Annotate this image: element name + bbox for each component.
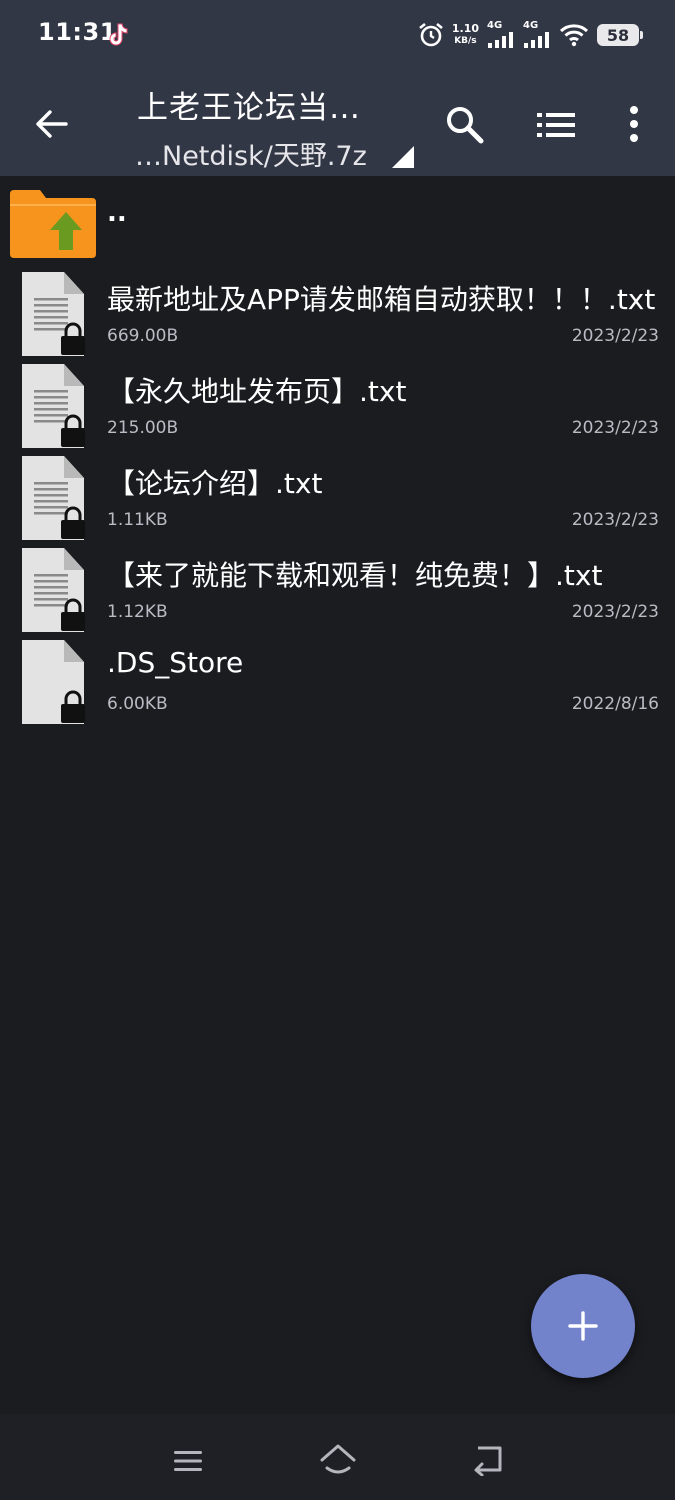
file-name: 【论坛介绍】.txt bbox=[107, 467, 323, 500]
network-speed: 1.10 KB/s bbox=[452, 23, 479, 47]
locked-file-icon bbox=[22, 640, 85, 724]
parent-directory-row[interactable]: .. bbox=[0, 176, 675, 262]
file-row[interactable]: 【来了就能下载和观看！纯免费！】.txt 1.12KB 2023/2/23 bbox=[0, 544, 675, 636]
file-name: .DS_Store bbox=[107, 646, 244, 679]
file-row[interactable]: 【永久地址发布页】.txt 215.00B 2023/2/23 bbox=[0, 360, 675, 452]
file-size: 669.00B bbox=[107, 326, 179, 346]
status-icons: 1.10 KB/s 4G 4G 58 bbox=[418, 17, 643, 53]
locked-text-file-icon bbox=[22, 456, 85, 540]
nav-back-icon[interactable] bbox=[470, 1444, 506, 1476]
tiktok-icon bbox=[109, 23, 128, 46]
file-size: 1.12KB bbox=[107, 602, 168, 622]
list-view-icon[interactable] bbox=[536, 108, 576, 142]
folder-up-icon bbox=[10, 190, 96, 258]
recent-apps-icon[interactable] bbox=[172, 1448, 204, 1474]
alarm-icon bbox=[419, 22, 443, 47]
file-name: 最新地址及APP请发邮箱自动获取！！！.txt bbox=[107, 283, 656, 316]
archive-title: 上老王论坛当… bbox=[137, 90, 361, 126]
signal-2: 4G bbox=[523, 20, 551, 48]
file-date: 2023/2/23 bbox=[571, 602, 659, 622]
network-type-1: 4G bbox=[487, 20, 503, 31]
dropdown-corner-icon[interactable] bbox=[392, 146, 414, 168]
locked-text-file-icon bbox=[22, 272, 85, 356]
file-size: 6.00KB bbox=[107, 694, 168, 714]
parent-directory-label: .. bbox=[107, 198, 127, 228]
top-bar: 11:31 1.10 KB/s 4G 4G 58 上老王论坛当… …Netdis… bbox=[0, 0, 675, 176]
battery-icon: 58 bbox=[597, 24, 643, 46]
network-type-2: 4G bbox=[523, 20, 539, 31]
file-date: 2023/2/23 bbox=[571, 510, 659, 530]
signal-1: 4G bbox=[487, 20, 515, 48]
more-vert-icon[interactable] bbox=[624, 104, 644, 144]
file-row[interactable]: 【论坛介绍】.txt 1.11KB 2023/2/23 bbox=[0, 452, 675, 544]
locked-text-file-icon bbox=[22, 548, 85, 632]
home-icon[interactable] bbox=[318, 1442, 358, 1476]
system-nav-bar bbox=[0, 1414, 675, 1500]
file-name: 【来了就能下载和观看！纯免费！】.txt bbox=[107, 559, 603, 592]
archive-path[interactable]: …Netdisk/天野.7z bbox=[135, 134, 367, 173]
file-date: 2022/8/16 bbox=[571, 694, 659, 714]
file-row[interactable]: .DS_Store 6.00KB 2022/8/16 bbox=[0, 636, 675, 728]
locked-text-file-icon bbox=[22, 364, 85, 448]
plus-icon bbox=[568, 1311, 598, 1341]
file-size: 215.00B bbox=[107, 418, 179, 438]
file-date: 2023/2/23 bbox=[571, 418, 659, 438]
file-name: 【永久地址发布页】.txt bbox=[107, 375, 407, 408]
speed-value: 1.10 bbox=[451, 22, 479, 35]
file-date: 2023/2/23 bbox=[571, 326, 659, 346]
add-button[interactable] bbox=[531, 1274, 635, 1378]
screen: 11:31 1.10 KB/s 4G 4G 58 上老王论坛当… …Netdis… bbox=[0, 0, 675, 1500]
search-icon[interactable] bbox=[444, 104, 484, 144]
signal-icon bbox=[488, 32, 513, 48]
speed-unit: KB/s bbox=[454, 36, 477, 46]
file-size: 1.11KB bbox=[107, 510, 168, 530]
status-bar: 11:31 1.10 KB/s 4G 4G 58 bbox=[0, 0, 675, 70]
file-row[interactable]: 最新地址及APP请发邮箱自动获取！！！.txt 669.00B 2023/2/2… bbox=[0, 268, 675, 360]
wifi-icon bbox=[559, 24, 589, 47]
signal-icon bbox=[524, 32, 549, 48]
back-arrow-icon[interactable] bbox=[34, 106, 70, 142]
